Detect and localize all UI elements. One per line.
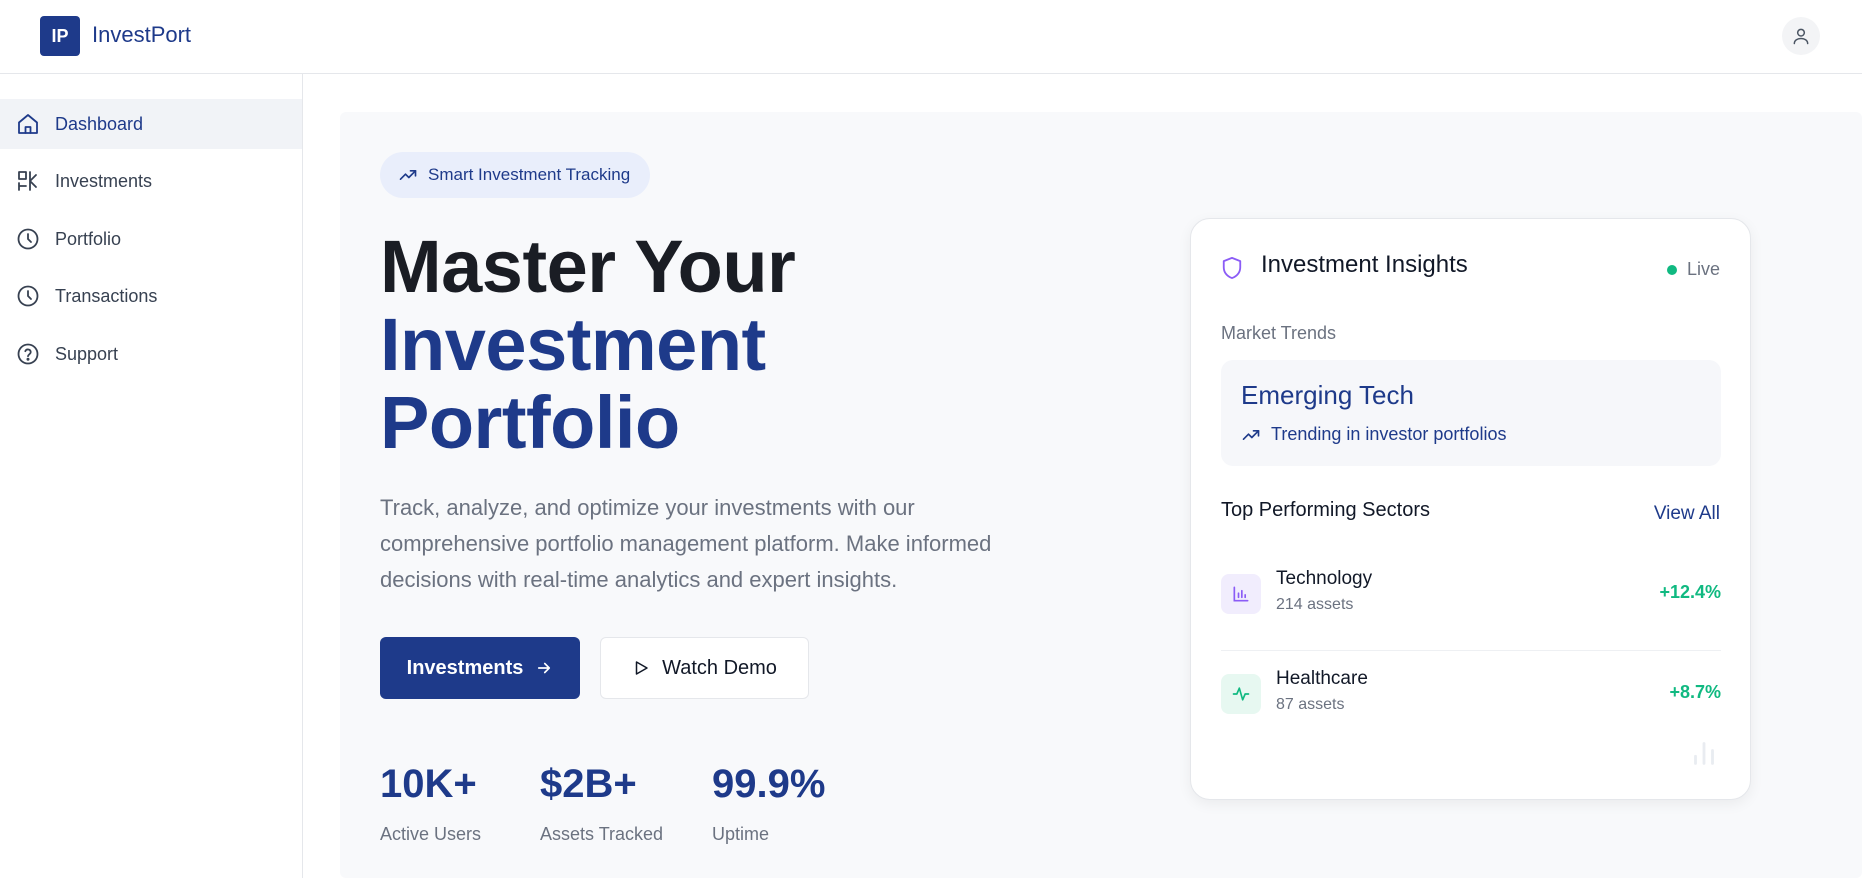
shield-icon — [1221, 256, 1243, 285]
watch-demo-label: Watch Demo — [662, 656, 777, 679]
sector-divider — [1221, 650, 1721, 651]
stat-value: 10K+ — [380, 762, 477, 806]
sidebar-item-label: Transactions — [55, 285, 158, 306]
investments-icon — [15, 168, 41, 194]
insights-title: Investment Insights — [1261, 251, 1468, 278]
logo-badge[interactable]: IP — [40, 16, 80, 56]
stat-label: Assets Tracked — [540, 824, 664, 844]
sidebar-item-transactions[interactable]: Transactions — [0, 271, 302, 321]
sidebar-item-portfolio[interactable]: Portfolio — [0, 214, 302, 264]
sector-change: +8.7% — [1669, 682, 1721, 702]
feature-badge-label: Smart Investment Tracking — [428, 165, 631, 184]
hero-title-line2: Investment — [380, 303, 766, 386]
hero-title-line3: Portfolio — [380, 381, 680, 464]
market-trends-label: Market Trends — [1221, 323, 1337, 343]
sidebar-item-label: Investments — [55, 170, 153, 191]
stat-assets-tracked: $2B+ Assets Tracked — [540, 760, 663, 845]
stat-active-users: 10K+ Active Users — [380, 760, 481, 845]
hero-title: Master Your Investment Portfolio — [380, 225, 796, 464]
decorative-bar-chart-icon — [1687, 735, 1721, 774]
home-icon — [15, 111, 41, 137]
sectors-heading: Top Performing Sectors — [1221, 499, 1430, 521]
trending-up-icon — [398, 165, 418, 185]
live-status-label: Live — [1686, 259, 1720, 279]
trending-up-icon — [1241, 425, 1261, 445]
live-dot-icon — [1666, 264, 1677, 275]
investments-button[interactable]: Investments — [380, 637, 580, 699]
hero-title-line1: Master Your — [380, 225, 796, 308]
app-name[interactable]: InvestPort — [92, 22, 191, 48]
stat-uptime: 99.9% Uptime — [712, 760, 825, 845]
sidebar-item-label: Dashboard — [55, 113, 144, 134]
trend-title: Emerging Tech — [1241, 380, 1414, 410]
stat-value: $2B+ — [540, 762, 637, 806]
help-circle-icon — [15, 341, 41, 367]
watch-demo-button[interactable]: Watch Demo — [600, 637, 809, 699]
sidebar-item-support[interactable]: Support — [0, 329, 302, 379]
sector-assets: 214 assets — [1276, 596, 1354, 613]
play-icon — [632, 659, 650, 677]
stat-label: Active Users — [380, 824, 482, 844]
trend-subtitle: Trending in investor portfolios — [1241, 424, 1506, 445]
investments-button-label: Investments — [406, 656, 524, 679]
sector-row-technology[interactable]: Technology 214 assets +12.4% — [1221, 568, 1721, 628]
user-avatar-button[interactable] — [1782, 17, 1820, 55]
stat-label: Uptime — [712, 824, 770, 844]
trend-highlight[interactable]: Emerging Tech Trending in investor portf… — [1221, 360, 1721, 466]
activity-icon — [1221, 674, 1261, 714]
sector-assets: 87 assets — [1276, 696, 1345, 713]
trend-subtitle-label: Trending in investor portfolios — [1271, 424, 1507, 444]
hero-description: Track, analyze, and optimize your invest… — [380, 495, 992, 592]
sidebar: Dashboard Investments Portfolio Transact… — [0, 74, 303, 878]
feature-badge: Smart Investment Tracking — [380, 152, 651, 198]
top-bar: IP InvestPort — [0, 0, 1862, 74]
sector-change: +12.4% — [1659, 582, 1721, 602]
sector-name: Healthcare — [1276, 668, 1368, 689]
sidebar-item-dashboard[interactable]: Dashboard — [0, 99, 302, 149]
live-status: Live — [1666, 259, 1720, 280]
sidebar-item-label: Portfolio — [55, 228, 122, 249]
investment-insights-card: Investment Insights Live Market Trends E… — [1190, 218, 1751, 800]
arrow-right-icon — [535, 659, 553, 677]
user-icon — [1793, 28, 1809, 45]
stat-value: 99.9% — [712, 762, 826, 806]
bar-chart-icon — [1221, 574, 1261, 614]
sector-name: Technology — [1276, 568, 1373, 589]
clock-icon — [15, 226, 41, 252]
sector-row-healthcare[interactable]: Healthcare 87 assets +8.7% — [1221, 668, 1721, 728]
view-all-link[interactable]: View All — [1654, 503, 1720, 525]
sidebar-item-label: Support — [55, 343, 119, 364]
sidebar-item-investments[interactable]: Investments — [0, 156, 302, 206]
clock-icon — [15, 283, 41, 309]
